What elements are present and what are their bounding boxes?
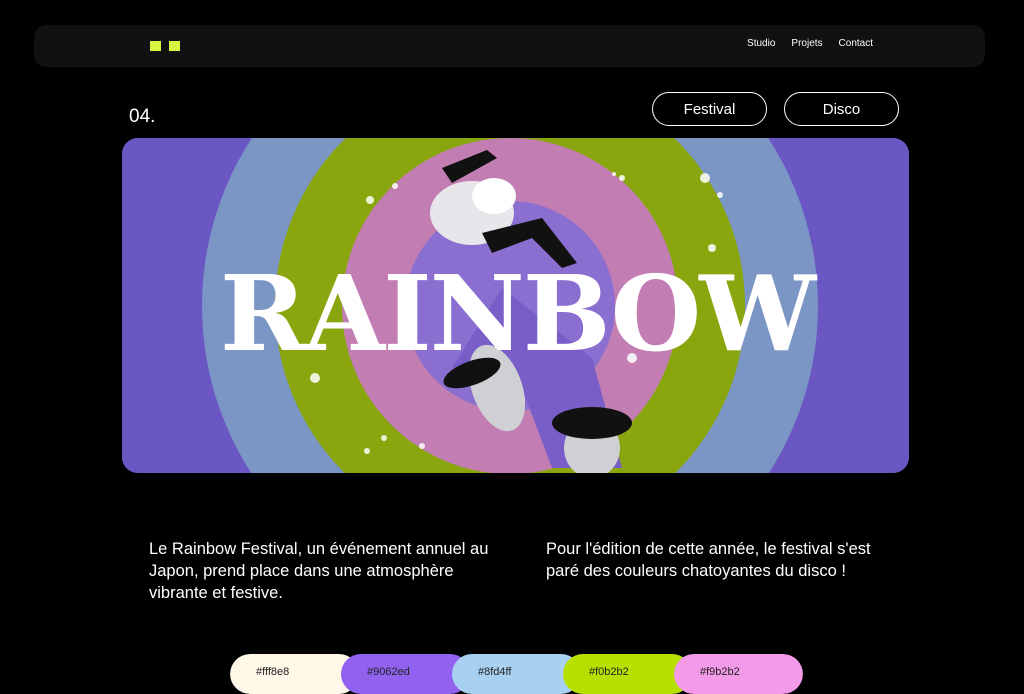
tag-disco[interactable]: Disco: [784, 92, 899, 126]
top-nav: Studio Projets Contact: [34, 25, 985, 67]
color-swatch: #f0b2b2: [563, 654, 692, 694]
nav-link-contact[interactable]: Contact: [839, 38, 873, 49]
project-number: 04.: [129, 106, 156, 127]
color-swatch: #9062ed: [341, 654, 470, 694]
swatch-label: #8fd4ff: [478, 666, 512, 678]
color-swatch: #f9b2b2: [674, 654, 803, 694]
description-right: Pour l'édition de cette année, le festiv…: [546, 540, 871, 580]
nav-link-studio[interactable]: Studio: [747, 38, 775, 49]
hero-image: RAINBOW: [122, 138, 909, 473]
color-swatch: #8fd4ff: [452, 654, 581, 694]
swatch-label: #f9b2b2: [700, 666, 740, 678]
color-swatch: #fff8e8: [230, 654, 359, 694]
logo-square-icon: [150, 41, 161, 51]
hero-title: RAINBOW: [220, 252, 818, 375]
nav-links: Studio Projets Contact: [747, 38, 873, 49]
color-palette: #fff8e8 #9062ed #8fd4ff #f0b2b2 #f9b2b2: [230, 654, 803, 694]
tag-festival[interactable]: Festival: [652, 92, 767, 126]
swatch-label: #9062ed: [367, 666, 410, 678]
logo-square-icon: [169, 41, 180, 51]
logo[interactable]: [150, 41, 180, 51]
swatch-label: #fff8e8: [256, 666, 290, 678]
description-left: Le Rainbow Festival, un événement annuel…: [149, 540, 489, 602]
hero-illustration: RAINBOW: [122, 138, 909, 473]
nav-link-projets[interactable]: Projets: [791, 38, 822, 49]
swatch-label: #f0b2b2: [589, 666, 629, 678]
